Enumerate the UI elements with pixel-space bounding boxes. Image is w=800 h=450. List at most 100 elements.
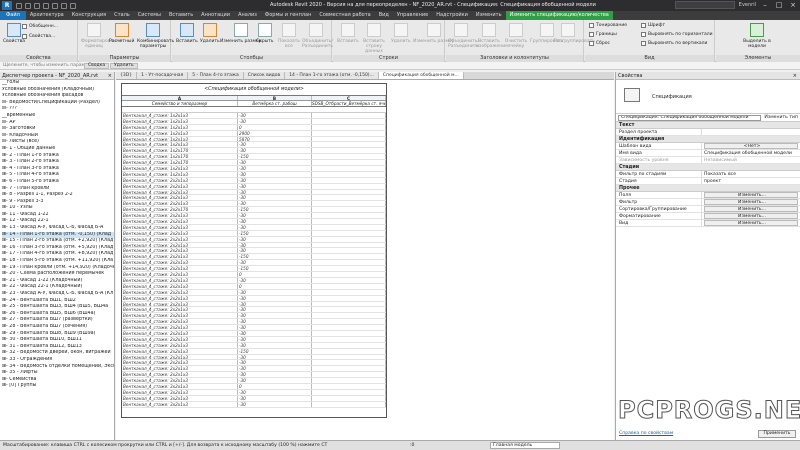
property-edit-button[interactable]: Изменить... [704, 220, 798, 226]
column-letter[interactable]: A [122, 96, 238, 100]
table-cell[interactable] [312, 325, 386, 330]
tree-item[interactable]: ⊞- 19 - План кровли (отм. +14,920) (Клад… [2, 265, 114, 272]
table-cell[interactable]: Вентканал_4_стаже: 2x2x1x3 [122, 266, 238, 272]
table-cell[interactable] [312, 113, 386, 118]
merge-columns-button[interactable]: Объединить/ Разъединить [302, 23, 333, 49]
minimize-icon[interactable]: – [758, 0, 772, 11]
document-tab[interactable]: {3D} [116, 72, 138, 79]
tree-item[interactable]: ⊟- Листы (все) [2, 139, 114, 146]
align-vertical-dropdown[interactable]: Выровнять по вертикали [641, 41, 707, 46]
tree-item[interactable]: Условные обозначения (Кладочный) [2, 87, 114, 94]
table-cell[interactable]: Вентканал_4_стаже: 2x2x1x3 [122, 348, 238, 354]
property-edit-button[interactable]: Изменить... [704, 206, 798, 212]
table-cell[interactable]: Вентканал_4_стаже: 2x2x1x3 [122, 219, 238, 224]
table-cell[interactable]: -30 [238, 313, 312, 319]
save-icon[interactable] [25, 2, 31, 9]
tree-item[interactable]: ⊟- Заготовки [2, 126, 114, 133]
calculated-button[interactable]: Расчетный [109, 23, 134, 44]
table-cell[interactable]: -30 [238, 336, 312, 342]
tree-item[interactable]: ⊞- 32 - Ведомости дверей, окон, витражей [2, 350, 114, 357]
table-cell[interactable] [312, 277, 386, 283]
table-cell[interactable]: Вентканал_4_стаже: 2x2x1x3 [122, 213, 238, 219]
insert-column-button[interactable]: Вставить [176, 23, 198, 44]
table-cell[interactable]: -30 [238, 118, 312, 124]
table-cell[interactable] [312, 236, 386, 242]
table-cell[interactable]: -30 [238, 360, 312, 366]
tree-item[interactable]: ⊞- 28 - Вентшахта ВШ7 (сечения) [2, 324, 114, 331]
table-cell[interactable] [312, 230, 386, 236]
tree-item[interactable]: ⊞- 21 - Фасад 1-22 (Кладочный) [2, 278, 114, 285]
table-cell[interactable]: Вентканал_4_стаже: 1x2x1x3 [122, 142, 238, 148]
property-value[interactable]: Показать все [702, 171, 800, 177]
table-cell[interactable]: Вентканал_4_стаже: 2x2x1x3 [122, 342, 238, 348]
table-cell[interactable]: -30 [238, 248, 312, 254]
table-cell[interactable]: Вентканал_4_стаже: 2x2x1x3 [122, 313, 238, 319]
table-cell[interactable] [312, 124, 386, 130]
property-section-header[interactable]: Идентификация [616, 136, 800, 143]
tree-item[interactable]: ⊞- 26 - Вентшахта ВШ5, ВШ6 (ВШ4а) [2, 311, 114, 318]
table-cell[interactable] [312, 401, 386, 407]
property-edit-button[interactable]: <Нет> [704, 143, 798, 149]
table-cell[interactable] [312, 313, 386, 319]
revit-logo-icon[interactable]: R [2, 1, 12, 10]
table-cell[interactable] [312, 177, 386, 183]
insert-data-row-button[interactable]: Вставить строку данных [361, 23, 387, 54]
ribbon-tab[interactable]: Файл [0, 11, 26, 20]
table-cell[interactable]: Вентканал_4_стаже: 1x2x170 [122, 148, 238, 154]
property-section-header[interactable]: Текст [616, 122, 800, 129]
table-cell[interactable]: -30 [238, 401, 312, 407]
table-cell[interactable] [312, 366, 386, 372]
tree-item[interactable]: ⊞- 8 - Разрез 1-1, Разрез 2-2 [2, 192, 114, 199]
table-cell[interactable]: -30 [238, 301, 312, 307]
summary-button[interactable]: Сводка [84, 63, 110, 69]
user-name[interactable]: Evenril [739, 2, 756, 8]
table-cell[interactable] [312, 289, 386, 295]
tree-item[interactable]: Условные обозначения фасадов [2, 93, 114, 100]
shading-button[interactable]: Тонирование [589, 23, 627, 28]
table-cell[interactable]: -30 [238, 219, 312, 224]
table-cell[interactable]: Вентканал_4_стаже: 2x2x1x3 [122, 195, 238, 201]
table-cell[interactable] [312, 154, 386, 160]
highlight-in-model-button[interactable]: Выделить в модели [742, 23, 772, 49]
tree-item[interactable]: ⊞- 12 - Фасад 22-1 [2, 218, 114, 225]
ribbon-tab[interactable]: Конструкция [68, 11, 110, 20]
ribbon-tab[interactable]: Надстройки [432, 11, 472, 20]
table-cell[interactable]: -30 [238, 148, 312, 154]
table-cell[interactable]: Вентканал_4_стаже: 2x2x1x3 [122, 289, 238, 295]
document-tab[interactable]: 5 - План 4-го этажа [188, 72, 244, 79]
table-cell[interactable]: Вентканал_4_стаже: 2x2x1x3 [122, 236, 238, 242]
tree-item[interactable]: ⊞- 27 - Вентшахта ВШ7 (развертки) [2, 317, 114, 324]
schedule-table[interactable]: <Спецификация обобщенной модели> ABC Сем… [121, 83, 387, 418]
table-cell[interactable]: -150 [238, 154, 312, 160]
table-cell[interactable] [312, 248, 386, 254]
tree-item[interactable]: ⊞- 30 - Вентшахта ВШ10, ВШ11 [2, 337, 114, 344]
instance-dropdown[interactable]: Спецификация: Спецификация обобщенной мо… [618, 114, 762, 121]
document-tab[interactable]: Спецификация обобщенной м... [378, 72, 464, 79]
table-cell[interactable] [312, 360, 386, 366]
document-tab[interactable]: Список видов [243, 72, 286, 79]
family-dropdown[interactable]: Обобщенн... [22, 24, 58, 29]
table-cell[interactable]: -150 [238, 254, 312, 260]
property-value[interactable]: проект [702, 178, 800, 184]
clear-cell-button[interactable]: Очистить ячейку [504, 23, 528, 49]
table-cell[interactable] [312, 266, 386, 272]
table-cell[interactable]: -30 [238, 201, 312, 207]
table-cell[interactable]: Вентканал_4_стаже: 2x2x1x3 [122, 254, 238, 260]
tree-item[interactable]: ⊞- 9 - Разрез 3-3 [2, 199, 114, 206]
tree-item[interactable]: ⊞- 34 - Ведомость отделки помещений, Экс… [2, 364, 114, 371]
table-cell[interactable]: Вентканал_4_стаже: 2x2x1x3 [122, 360, 238, 366]
table-cell[interactable] [312, 136, 386, 142]
table-cell[interactable] [312, 330, 386, 336]
ribbon-tab[interactable]: Сталь [110, 11, 134, 20]
table-cell[interactable]: 2900 [238, 130, 312, 136]
table-cell[interactable]: -30 [238, 389, 312, 395]
table-cell[interactable]: -30 [238, 307, 312, 313]
property-edit-button[interactable]: Изменить... [704, 192, 798, 198]
table-cell[interactable]: 0 [238, 124, 312, 130]
edit-type-button[interactable]: Изменить тип [764, 115, 798, 120]
ungroup-button[interactable]: Разгруппировать [554, 23, 595, 44]
table-cell[interactable] [312, 378, 386, 383]
property-value[interactable]: Спецификация обобщенной модели [702, 150, 800, 156]
tree-item[interactable]: ⊞- 6 - План 5-го этажа [2, 179, 114, 186]
table-cell[interactable]: -30 [238, 113, 312, 118]
